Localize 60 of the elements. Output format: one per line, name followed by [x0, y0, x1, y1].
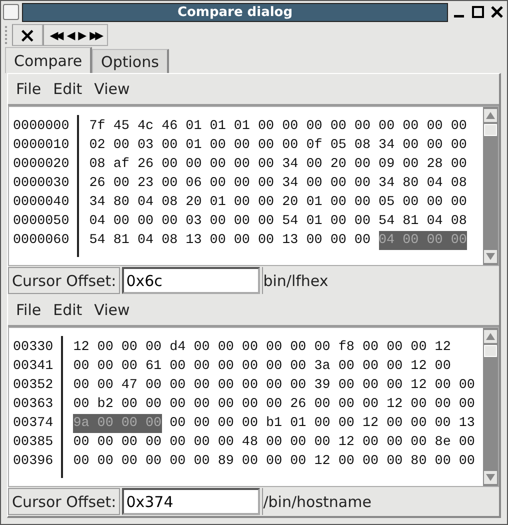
offset-label: 0000050 [13, 213, 70, 231]
scrollbar[interactable] [483, 107, 498, 265]
window-menu-icon[interactable] [3, 4, 19, 20]
cursor-offset-field[interactable]: 0x6c [122, 267, 260, 294]
hex-bytes: 00 00 00 61 00 00 00 00 00 00 3a 00 00 00 12 00 [73, 358, 451, 376]
offset-label: 00330 [13, 339, 54, 357]
navigation-button[interactable]: ◀◀ [50, 30, 61, 40]
scroll-up-icon[interactable] [484, 330, 497, 343]
hex-bytes: 00 00 00 00 b1 01 00 00 12 00 00 00 13 [170, 415, 475, 433]
offset-label: 0000060 [13, 232, 70, 250]
scroll-thumb[interactable] [484, 124, 497, 136]
hex-bytes: 00 00 47 00 00 00 00 00 00 00 39 00 00 00 12 00 00 [73, 377, 475, 395]
scroll-down-icon[interactable] [484, 471, 497, 484]
offset-label: 00396 [13, 453, 54, 471]
field-label: Cursor Offset: [8, 267, 120, 294]
file-path: bin/lfhex [262, 267, 499, 294]
scrollbar[interactable] [483, 328, 498, 486]
cursor-offset-field[interactable]: 0x374 [122, 488, 260, 515]
hex-bytes: 00 00 00 00 00 00 00 48 00 00 00 12 00 00 00 8e 00 [73, 434, 475, 452]
offset-label: 00374 [13, 415, 54, 433]
scroll-down-icon[interactable] [484, 250, 497, 263]
navigation-button[interactable]: ◀ [66, 30, 72, 40]
offset-label: 0000000 [13, 118, 70, 136]
hex-bytes: 04 00 00 00 03 00 00 00 54 01 00 00 54 81 04 08 [89, 213, 467, 231]
menu-item[interactable]: View [94, 301, 130, 319]
menu-item[interactable]: Edit [53, 301, 82, 319]
hex-bytes: 12 00 00 00 d4 00 00 00 00 00 00 f8 00 00 00 12 [73, 339, 451, 357]
offset-label: 00352 [13, 377, 54, 395]
field-label: Cursor Offset: [8, 488, 120, 515]
tab[interactable]: Compare [5, 47, 92, 73]
hex-bytes: 00 00 00 00 00 00 89 00 00 00 12 00 00 00 80 00 00 [73, 453, 475, 471]
hex-bytes: 26 00 23 00 06 00 00 00 34 00 00 00 34 80 04 08 [89, 175, 467, 193]
offset-label: 0000010 [13, 137, 70, 155]
hex-bytes: 7f 45 4c 46 01 01 01 00 00 00 00 00 00 00 00 00 [89, 118, 467, 136]
selected-bytes: 9a 00 00 00 [73, 414, 162, 433]
navigation-button[interactable]: ▶ [78, 30, 84, 40]
offset-label: 00341 [13, 358, 54, 376]
hex-bytes: 00 b2 00 00 00 00 00 00 00 26 00 00 00 12 00 00 00 [73, 396, 475, 414]
file-path: /bin/hostname [262, 488, 499, 515]
hex-bytes: 54 81 04 08 13 00 00 00 13 00 00 00 [89, 232, 370, 250]
menu-item[interactable]: Edit [53, 80, 82, 98]
window-title: Compare dialog [22, 2, 448, 22]
offset-label: 0000040 [13, 194, 70, 212]
offset-label: 00385 [13, 434, 54, 452]
offset-label: 00363 [13, 396, 54, 414]
offset-label: 0000030 [13, 175, 70, 193]
hex-bytes: 02 00 03 00 01 00 00 00 00 0f 05 08 34 00 00 00 [89, 137, 467, 155]
hex-bytes: 34 80 04 08 20 01 00 00 20 01 00 00 05 00 00 00 [89, 194, 467, 212]
scroll-thumb[interactable] [484, 345, 497, 357]
menu-item[interactable]: File [16, 80, 42, 98]
tab[interactable]: Options [92, 49, 169, 73]
offset-label: 0000020 [13, 156, 70, 174]
hex-bytes: 08 af 26 00 00 00 00 00 34 00 20 00 09 00 28 00 [89, 156, 467, 174]
navigation-button[interactable]: ▶▶ [90, 30, 101, 40]
maximize-icon[interactable] [472, 6, 484, 18]
selected-bytes: 04 00 00 00 [378, 231, 467, 250]
menu-item[interactable]: View [94, 80, 130, 98]
scroll-up-icon[interactable] [484, 109, 497, 122]
close-icon[interactable] [491, 6, 503, 18]
menu-item[interactable]: File [16, 301, 42, 319]
